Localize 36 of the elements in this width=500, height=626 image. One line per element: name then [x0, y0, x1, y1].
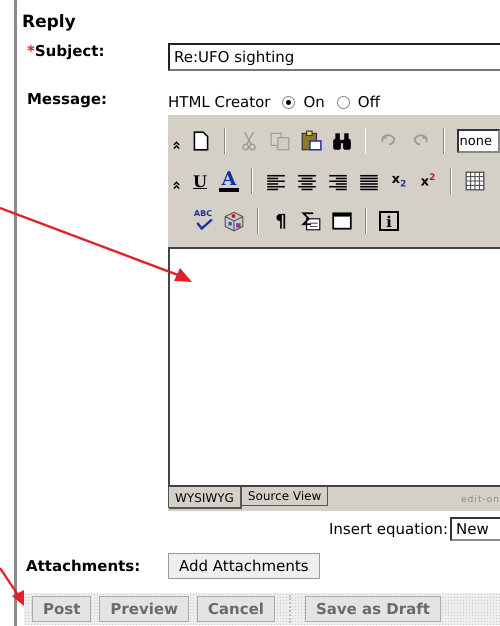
collapse-icon[interactable]: [172, 139, 181, 151]
equation-select[interactable]: New: [450, 517, 500, 541]
radio-button[interactable]: [336, 96, 350, 108]
underline-button[interactable]: U: [190, 172, 210, 190]
editor-tab[interactable]: Source View: [240, 487, 328, 506]
superscript-button[interactable]: x$^{2}$: [418, 172, 438, 190]
format-select[interactable]: none: [456, 129, 500, 153]
subject-label: *Subject:: [26, 42, 106, 60]
attachments-label: Attachments:: [25, 557, 142, 575]
equation-icon[interactable]: [300, 210, 322, 232]
radio-label[interactable]: On: [303, 93, 325, 111]
table-icon[interactable]: [464, 170, 486, 192]
paragraph-mark-button[interactable]: ¶: [271, 210, 291, 232]
action-button[interactable]: Save as Draft: [304, 596, 441, 622]
spellcheck-button[interactable]: ABC: [192, 209, 214, 233]
equation-label: Insert equation:: [328, 520, 448, 538]
html-creator-label: HTML Creator: [168, 93, 270, 111]
collapse-icon[interactable]: [172, 179, 181, 191]
window-icon[interactable]: [331, 210, 353, 232]
subject-field[interactable]: Re:UFO sighting: [168, 43, 500, 71]
section-title: Reply: [22, 11, 77, 32]
radio-button[interactable]: [282, 96, 296, 108]
font-color-button[interactable]: A: [219, 170, 239, 192]
cube-icon[interactable]: [223, 210, 245, 232]
action-button[interactable]: Post: [32, 596, 92, 622]
info-button[interactable]: i: [379, 211, 399, 231]
editor-tab[interactable]: WYSIWYG: [168, 487, 241, 508]
add-attachments-button[interactable]: Add Attachments: [168, 553, 320, 579]
message-label: Message:: [26, 90, 108, 108]
clipboard-icon[interactable]: [300, 130, 322, 152]
footer-text: edit-on: [461, 494, 500, 505]
action-button[interactable]: Preview: [99, 596, 189, 622]
subscript-button[interactable]: x$_{2}$: [389, 172, 409, 190]
editing-area[interactable]: [168, 247, 500, 487]
action-button[interactable]: Cancel: [196, 596, 275, 622]
radio-label[interactable]: Off: [358, 93, 380, 111]
